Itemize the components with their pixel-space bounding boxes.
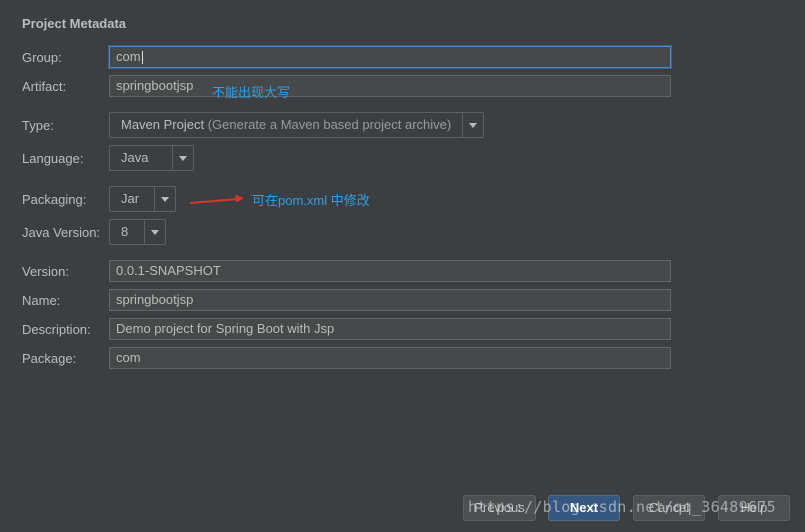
java-version-combo[interactable]: 8 bbox=[109, 219, 166, 245]
version-value: 0.0.1-SNAPSHOT bbox=[116, 263, 221, 278]
version-field[interactable]: 0.0.1-SNAPSHOT bbox=[109, 260, 671, 282]
packaging-value: Jar bbox=[121, 191, 140, 206]
java-version-value: 8 bbox=[121, 224, 129, 239]
artifact-label: Artifact: bbox=[22, 79, 67, 94]
name-label: Name: bbox=[22, 293, 61, 308]
package-label: Package: bbox=[22, 351, 77, 366]
packaging-annotation: 可在pom.xml 中修改 bbox=[252, 193, 370, 208]
section-title: Project Metadata bbox=[22, 16, 127, 31]
type-label: Type: bbox=[22, 118, 54, 133]
type-value: Maven Project bbox=[121, 117, 205, 132]
new-project-dialog: Project Metadata Group: com Artifact: sp… bbox=[0, 0, 805, 532]
language-label: Language: bbox=[22, 151, 84, 166]
group-label: Group: bbox=[22, 50, 62, 65]
group-field[interactable]: com bbox=[109, 46, 671, 68]
name-field[interactable]: springbootjsp bbox=[109, 289, 671, 311]
description-value: Demo project for Spring Boot with Jsp bbox=[116, 321, 335, 336]
type-combo[interactable]: Maven Project (Generate a Maven based pr… bbox=[109, 112, 484, 138]
artifact-annotation: 不能出现大写 bbox=[212, 85, 291, 100]
name-value: springbootjsp bbox=[116, 292, 194, 307]
text-caret bbox=[141, 51, 143, 65]
package-field[interactable]: com bbox=[109, 347, 671, 369]
artifact-value: springbootjsp bbox=[116, 78, 194, 93]
language-value: Java bbox=[121, 150, 149, 165]
package-value: com bbox=[116, 350, 141, 365]
description-field[interactable]: Demo project for Spring Boot with Jsp bbox=[109, 318, 671, 340]
packaging-label: Packaging: bbox=[22, 192, 87, 207]
chevron-down-icon[interactable] bbox=[144, 220, 165, 244]
packaging-combo[interactable]: Jar bbox=[109, 186, 176, 212]
chevron-down-icon[interactable] bbox=[462, 113, 483, 137]
group-value: com bbox=[116, 49, 141, 64]
type-hint: (Generate a Maven based project archive) bbox=[207, 117, 452, 132]
watermark-text: https://blog.csdn.net/qq_36489675 bbox=[468, 498, 776, 516]
description-label: Description: bbox=[22, 322, 91, 337]
type-combo-text: Maven Project (Generate a Maven based pr… bbox=[121, 113, 451, 137]
chevron-down-icon[interactable] bbox=[154, 187, 175, 211]
language-combo[interactable]: Java bbox=[109, 145, 194, 171]
artifact-field[interactable]: springbootjsp bbox=[109, 75, 671, 97]
java-version-label: Java Version: bbox=[22, 225, 101, 240]
version-label: Version: bbox=[22, 264, 69, 279]
red-arrow-icon bbox=[189, 194, 244, 204]
chevron-down-icon[interactable] bbox=[172, 146, 193, 170]
